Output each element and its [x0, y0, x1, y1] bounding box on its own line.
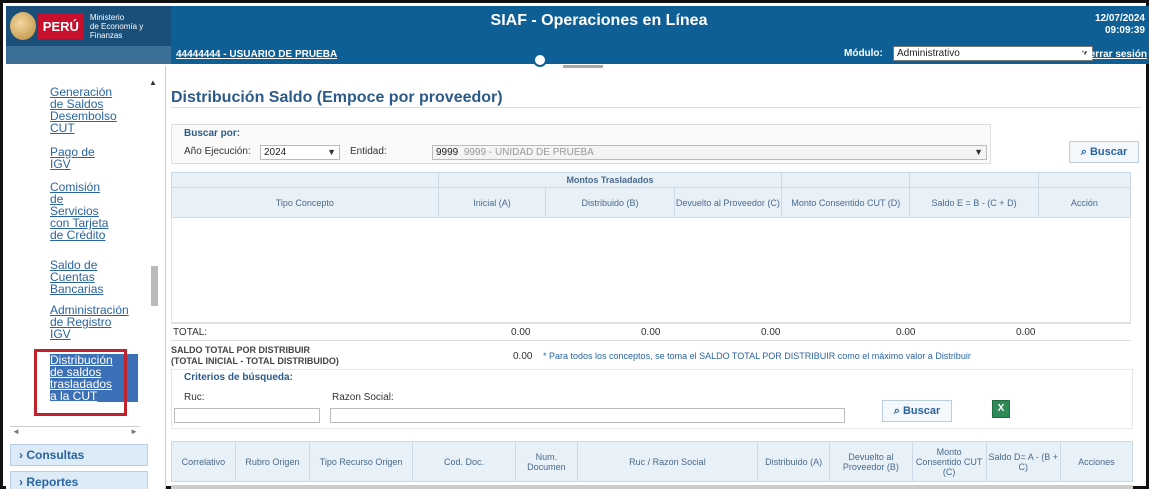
modulo-value: Administrativo — [897, 48, 960, 59]
col-monto-consentido: Monto Consentido CUT (D) — [781, 187, 911, 218]
saldo-total-label: SALDO TOTAL POR DISTRIBUIR (TOTAL INICIA… — [171, 345, 339, 366]
col-rubro-origen: Rubro Origen — [234, 441, 311, 482]
total-row: TOTAL: 0.00 0.00 0.00 0.00 0.00 — [171, 323, 1131, 341]
excel-icon[interactable]: X — [992, 400, 1010, 418]
scroll-up-icon[interactable]: ▲ — [149, 78, 157, 87]
col-tipo-concepto: Tipo Concepto — [171, 187, 439, 218]
col-inicial: Inicial (A) — [437, 187, 547, 218]
total-label: TOTAL: — [173, 327, 208, 338]
total-consentido: 0.00 — [896, 327, 916, 338]
time: 09:09:39 — [1104, 25, 1145, 36]
col-saldo: Saldo E = B - (C + D) — [909, 187, 1039, 218]
year-label: Año Ejecución: — [184, 146, 251, 157]
entity-label: Entidad: — [350, 146, 387, 157]
col-num-documen: Num. Documen — [515, 441, 578, 482]
saldo-note: * Para todos los conceptos, se toma el S… — [543, 351, 971, 361]
entity-select[interactable]: 9999 9999 - UNIDAD DE PRUEBA ▼ — [432, 145, 987, 160]
entity-name: 9999 - UNIDAD DE PRUEBA — [463, 147, 594, 158]
sidebar: ▲ Generación de Saldos Desembolso CUT Pa… — [6, 66, 166, 489]
date-time: 12/07/2024 09:09:39 — [1095, 13, 1145, 37]
selection-highlight — [34, 349, 127, 416]
logout-link[interactable]: Cerrar sesión — [1083, 49, 1147, 60]
sidebar-item-administracion-igv[interactable]: Administración de Registro IGV — [50, 304, 138, 340]
year-select[interactable]: 2024 ▼ — [260, 145, 340, 160]
total-devuelto: 0.00 — [761, 327, 781, 338]
total-inicial: 0.00 — [511, 327, 531, 338]
chevron-down-icon: ▼ — [327, 147, 336, 157]
app-frame: PERÚ Ministerio de Economía y Finanzas S… — [0, 0, 1149, 489]
group-header-montos: Montos Trasladados — [437, 172, 783, 188]
search-section-label: Buscar por: — [184, 128, 241, 139]
ruc-input[interactable] — [174, 408, 320, 423]
total-distribuido: 0.00 — [641, 327, 661, 338]
main-content: Distribución Saldo (Empoce por proveedor… — [161, 69, 1146, 489]
app-header: PERÚ Ministerio de Economía y Finanzas S… — [6, 6, 1149, 64]
col-acciones: Acciones — [1059, 441, 1134, 482]
sidebar-item-generacion-saldos[interactable]: Generación de Saldos Desembolso CUT — [50, 86, 138, 134]
menu-reportes[interactable]: › Reportes — [10, 471, 148, 489]
col-saldo-d: Saldo D= A - (B + C) — [985, 441, 1061, 482]
search-box: Buscar por: Año Ejecución: 2024 ▼ Entida… — [171, 124, 991, 164]
search-icon: ⌕ — [893, 405, 903, 417]
montos-table: Montos Trasladados Tipo Concepto Inicial… — [171, 172, 1132, 323]
col-distribuido-a: Distribuido (A) — [757, 441, 831, 482]
total-saldo: 0.00 — [1016, 327, 1036, 338]
col-monto-consentido-c: Monto Consentido CUT (C) — [911, 441, 987, 482]
sidebar-item-pago-igv[interactable]: Pago de IGV — [50, 146, 138, 170]
criteria-label: Criterios de búsqueda: — [184, 372, 293, 383]
col-ruc-razon: Ruc / Razon Social — [576, 441, 759, 482]
modulo-select[interactable]: Administrativo ▼ — [893, 46, 1093, 61]
splitter-bar[interactable] — [563, 65, 603, 68]
logo-peru: PERÚ — [37, 13, 84, 39]
col-devuelto: Devuelto al Proveedor (C) — [673, 187, 783, 218]
chevron-down-icon: ▼ — [974, 147, 983, 157]
logo-ministry: Ministerio de Economía y Finanzas — [89, 12, 144, 40]
collapse-handle[interactable] — [533, 53, 547, 67]
date: 12/07/2024 — [1094, 13, 1145, 24]
title-divider — [171, 107, 1141, 108]
empty-table-body — [171, 217, 1131, 323]
results-hscrollbar[interactable] — [171, 485, 1133, 489]
criteria-search-button[interactable]: ⌕ Buscar — [882, 400, 952, 422]
col-devuelto-b: Devuelto al Proveedor (B) — [829, 441, 913, 482]
col-distribuido: Distribuido (B) — [545, 187, 675, 218]
system-title: SIAF - Operaciones en Línea — [490, 12, 708, 29]
entity-code: 9999 — [436, 147, 459, 158]
razon-social-label: Razon Social: — [332, 392, 394, 403]
col-cod-doc: Cod. Doc. — [412, 441, 517, 482]
search-button[interactable]: ⌕ Buscar — [1069, 141, 1139, 163]
criteria-box: Criterios de búsqueda: Ruc: Razon Social… — [171, 369, 1133, 429]
sidebar-hscrollbar[interactable]: ◄ ► — [10, 426, 140, 438]
sidebar-item-saldo-cuentas[interactable]: Saldo de Cuentas Bancarias — [50, 259, 138, 295]
search-icon: ⌕ — [1080, 146, 1090, 158]
results-table: Correlativo Rubro Origen Tipo Recurso Or… — [171, 441, 1134, 482]
saldo-total-value: 0.00 — [513, 351, 533, 362]
ruc-label: Ruc: — [184, 392, 205, 403]
modulo-label: Módulo: — [844, 48, 883, 59]
seal-icon — [10, 12, 36, 40]
menu-consultas[interactable]: › Consultas — [10, 444, 148, 466]
sidebar-item-comision-servicios[interactable]: Comisión de Servicios con Tarjeta de Cré… — [50, 181, 138, 241]
col-correlativo: Correlativo — [171, 441, 236, 482]
sidebar-scrollbar[interactable] — [151, 266, 158, 306]
page-title: Distribución Saldo (Empoce por proveedor… — [171, 89, 503, 106]
logo: PERÚ Ministerio de Economía y Finanzas — [6, 6, 171, 46]
logo-subbar — [6, 46, 171, 64]
col-tipo-recurso: Tipo Recurso Origen — [309, 441, 414, 482]
user-link[interactable]: 44444444 - USUARIO DE PRUEBA — [176, 49, 337, 60]
col-accion: Acción — [1037, 187, 1132, 218]
razon-social-input[interactable] — [330, 408, 845, 423]
